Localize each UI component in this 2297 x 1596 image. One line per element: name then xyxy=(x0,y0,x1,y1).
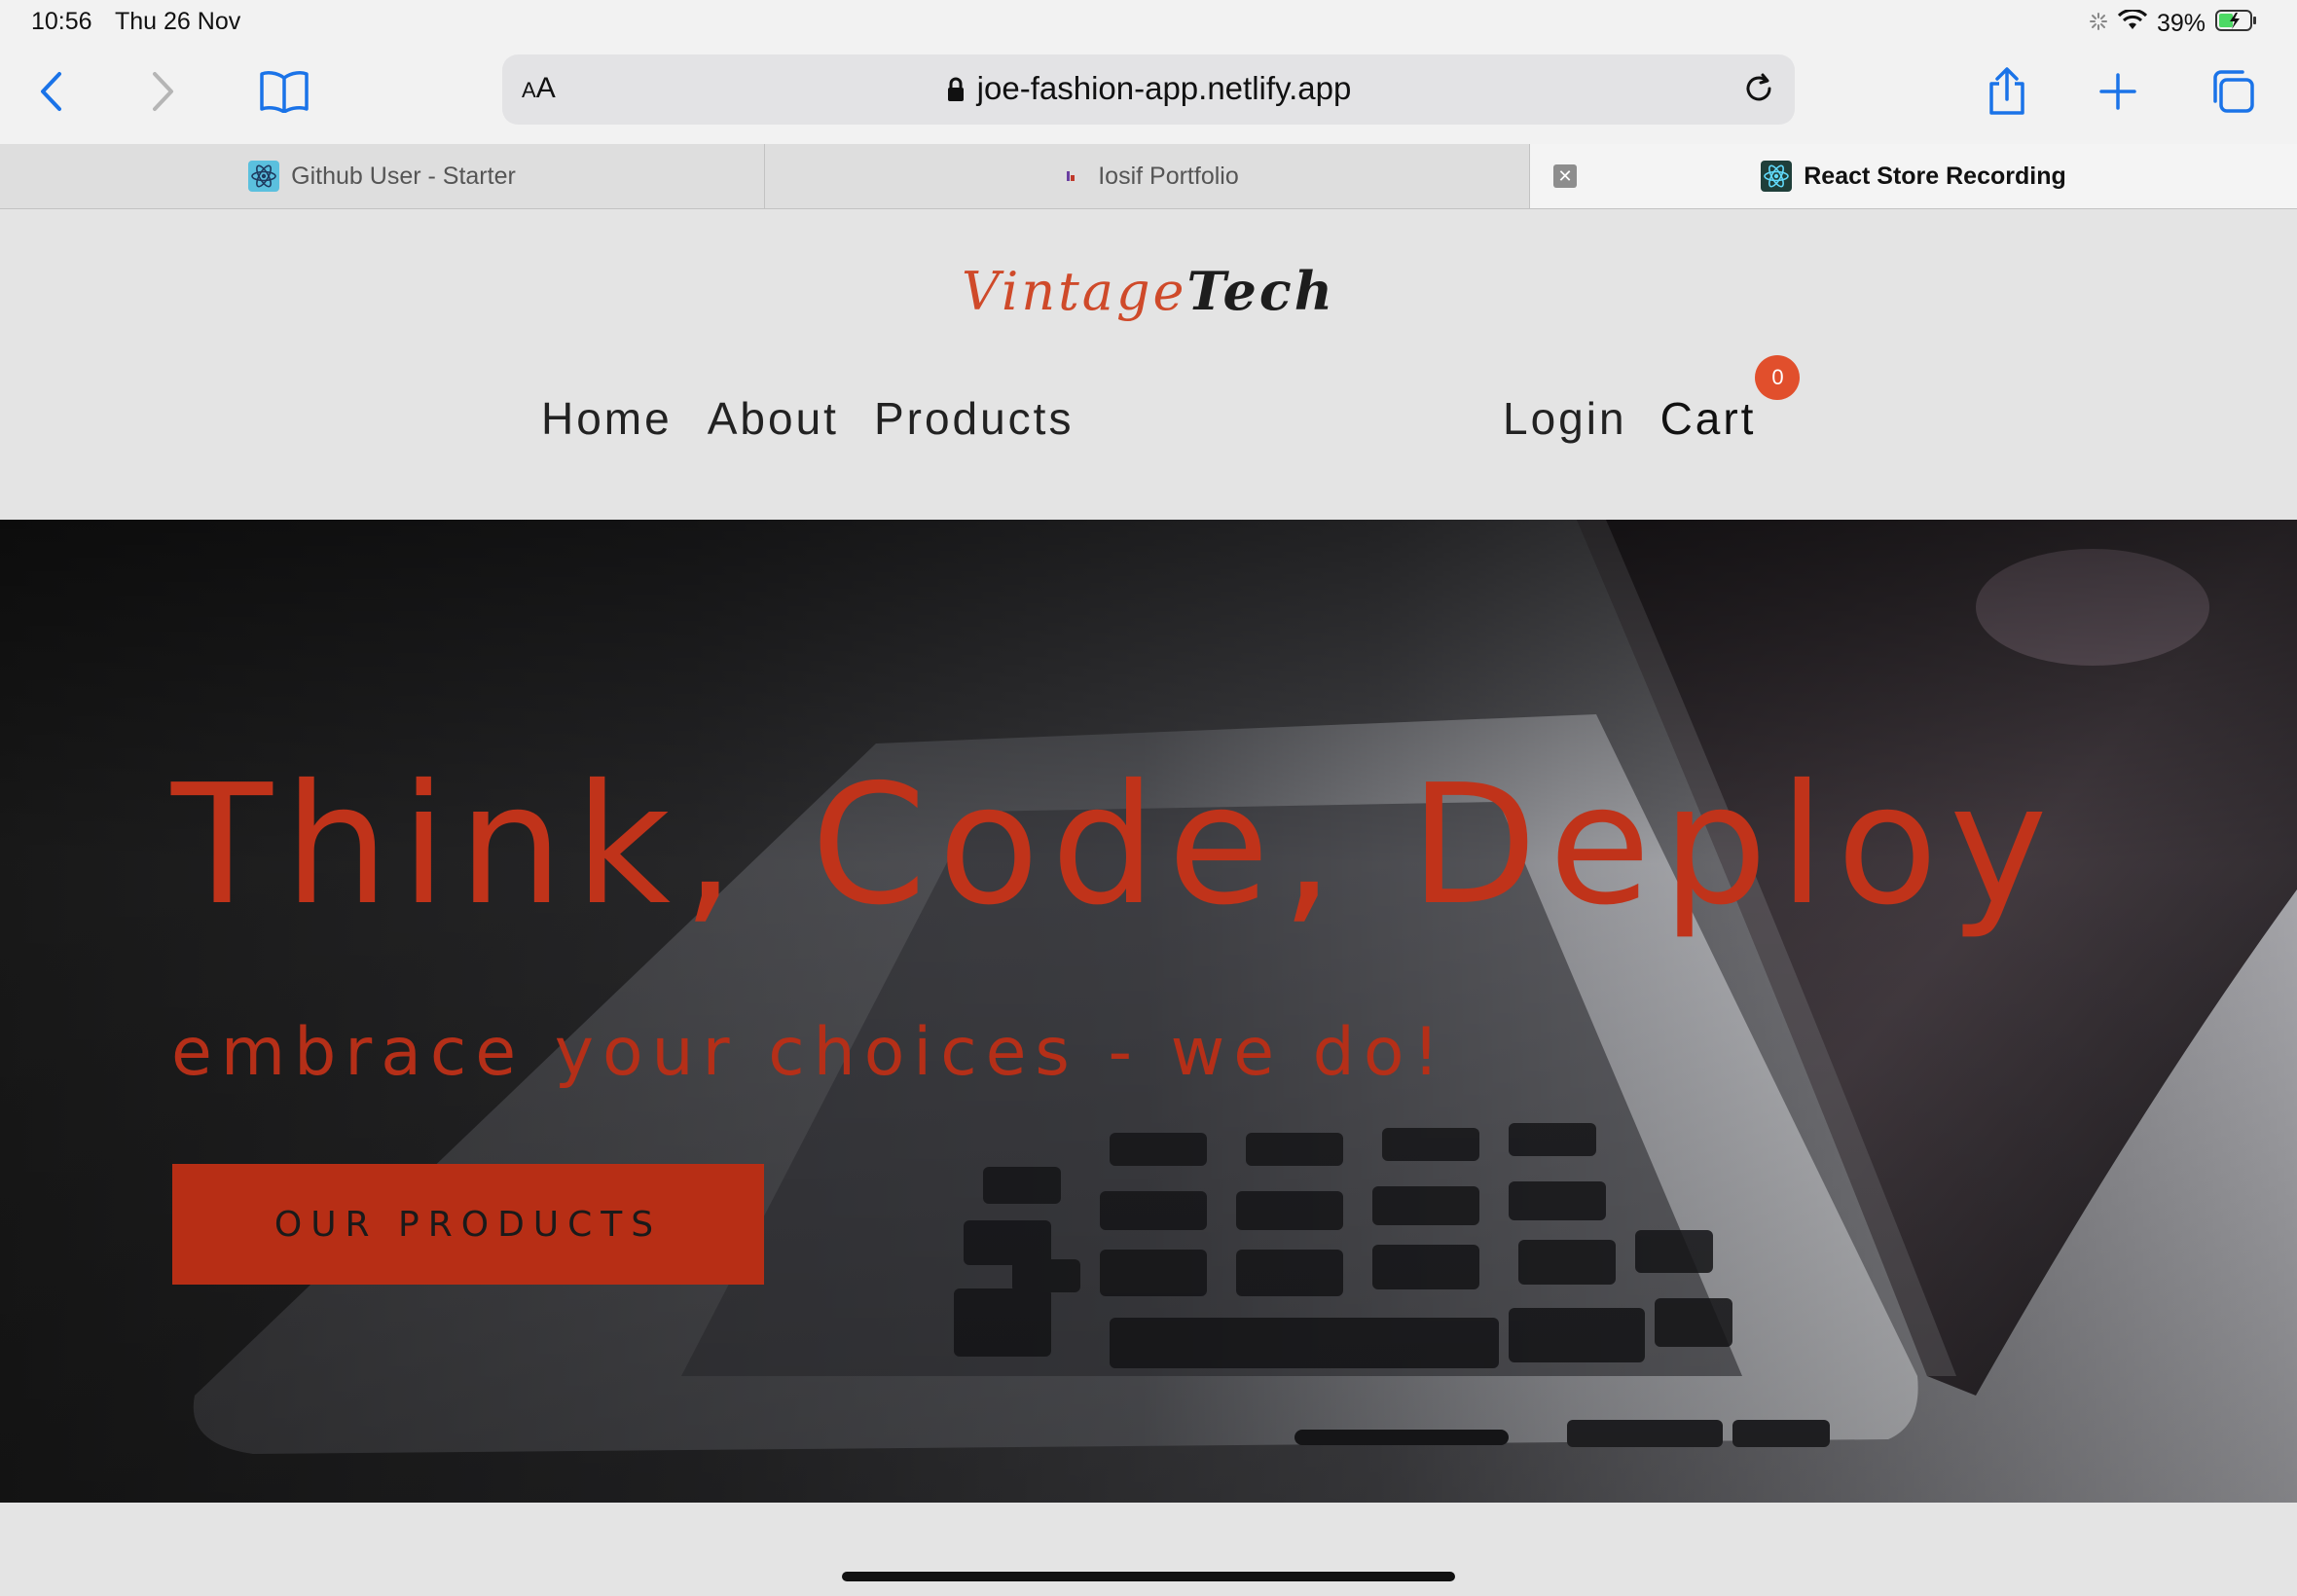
nav-cart[interactable]: Cart 0 xyxy=(1659,355,1801,445)
cart-count-badge: 0 xyxy=(1755,355,1801,400)
address-bar[interactable]: AA joe-fashion-app.netlify.app xyxy=(502,54,1795,125)
close-tab-icon[interactable]: ✕ xyxy=(1553,164,1577,188)
nav-login[interactable]: Login xyxy=(1503,392,1627,445)
share-icon xyxy=(1989,67,2024,115)
logo-part-vintage: Vintage xyxy=(962,261,1187,322)
url-container: joe-fashion-app.netlify.app xyxy=(502,70,1795,107)
forward-button[interactable] xyxy=(132,60,195,123)
react-icon xyxy=(248,161,280,192)
book-icon xyxy=(260,71,309,113)
site-logo[interactable]: VintageTech xyxy=(0,260,2297,322)
cart-label: Cart xyxy=(1659,393,1757,444)
lock-icon xyxy=(947,77,964,101)
browser-toolbar: AA joe-fashion-app.netlify.app xyxy=(0,49,2297,144)
hero-subtitle: embrace your choices - we do! xyxy=(171,1014,1448,1091)
back-button[interactable] xyxy=(19,60,82,123)
tab-label: Iosif Portfolio xyxy=(1098,162,1239,190)
user-nav: Login Cart 0 xyxy=(1503,355,1801,445)
plus-icon xyxy=(2099,73,2136,110)
battery-percent: 39% xyxy=(2156,9,2206,37)
url-text: joe-fashion-app.netlify.app xyxy=(976,70,1352,106)
main-nav: Home About Products xyxy=(541,392,1074,445)
portfolio-icon xyxy=(1055,161,1086,192)
hero-laptop-image xyxy=(0,520,2297,1503)
status-time: 10:56 xyxy=(31,8,92,35)
tabs-overview-button[interactable] xyxy=(2202,60,2264,123)
nav-products[interactable]: Products xyxy=(874,392,1075,445)
hero-title: Think, Code, Deploy xyxy=(171,749,2060,942)
hero-section: Think, Code, Deploy embrace your choices… xyxy=(0,520,2297,1503)
site-header: VintageTech Home About Products Login Ca… xyxy=(0,209,2297,521)
our-products-button[interactable]: OUR PRODUCTS xyxy=(172,1164,764,1285)
nav-about[interactable]: About xyxy=(708,392,839,445)
activity-spinner-icon xyxy=(2089,10,2108,38)
tab-github-user[interactable]: Github User - Starter xyxy=(0,144,765,208)
logo-part-tech: Tech xyxy=(1186,260,1335,322)
nav-home[interactable]: Home xyxy=(541,392,673,445)
status-bar: 10:56 Thu 26 Nov 39% xyxy=(0,0,2297,49)
tab-bar: Github User - Starter Iosif Portfolio ✕ … xyxy=(0,144,2297,209)
reload-button[interactable] xyxy=(1740,70,1777,111)
share-button[interactable] xyxy=(1976,60,2038,123)
tab-iosif-portfolio[interactable]: Iosif Portfolio xyxy=(765,144,1530,208)
status-indicators: 39% xyxy=(2089,8,2258,39)
react-icon xyxy=(1761,161,1793,192)
wifi-icon xyxy=(2117,8,2148,38)
battery-charging-icon xyxy=(2215,9,2258,39)
page-bottom xyxy=(0,1503,2297,1596)
status-date: Thu 26 Nov xyxy=(115,8,241,35)
new-tab-button[interactable] xyxy=(2087,60,2149,123)
chevron-right-icon xyxy=(153,72,173,111)
chevron-left-icon xyxy=(41,72,61,111)
tab-react-store[interactable]: ✕ React Store Recording xyxy=(1530,144,2297,208)
home-indicator[interactable] xyxy=(842,1572,1455,1581)
bookmarks-button[interactable] xyxy=(253,60,315,123)
tab-label: Github User - Starter xyxy=(291,162,516,190)
tab-label: React Store Recording xyxy=(1804,162,2066,190)
reload-icon xyxy=(1746,73,1771,101)
tabs-icon xyxy=(2213,70,2254,113)
